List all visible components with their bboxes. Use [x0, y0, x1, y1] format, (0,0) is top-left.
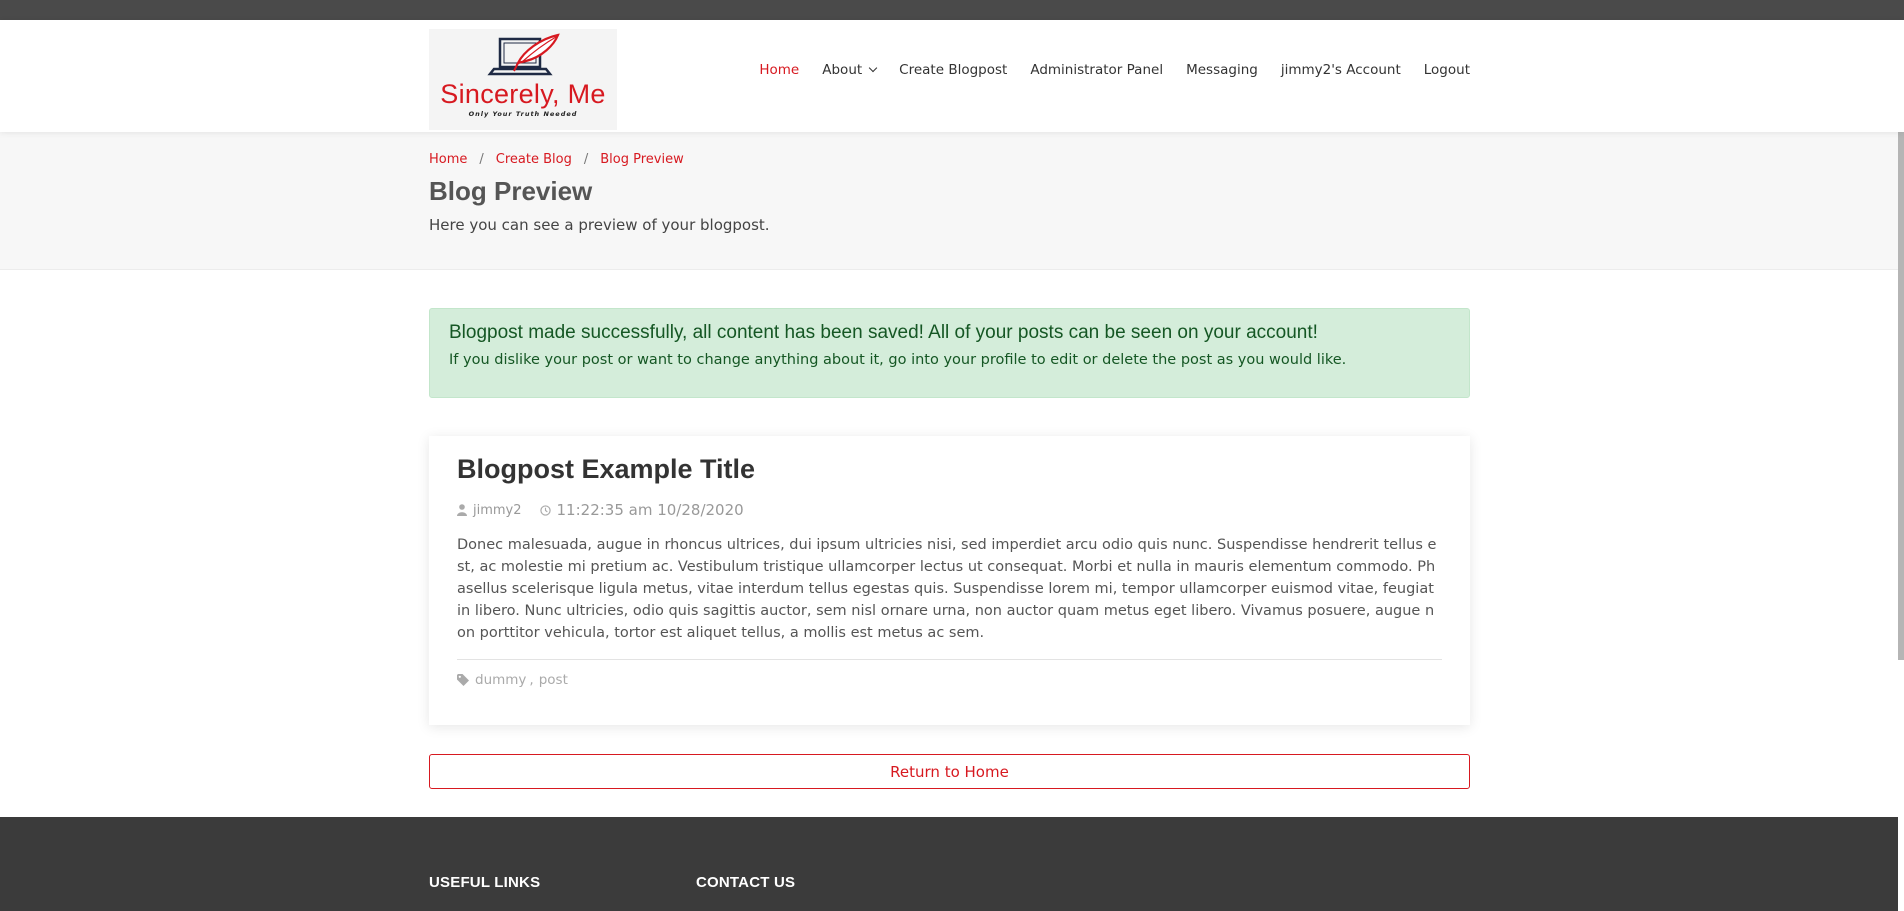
nav-home[interactable]: Home	[759, 62, 799, 78]
post-meta: jimmy2 11:22:35 am 10/28/2020	[457, 501, 1442, 519]
post-author: jimmy2	[457, 503, 522, 518]
blogpost-card: Blogpost Example Title jimmy2 11:22:35 a…	[429, 436, 1470, 725]
footer-contact-us: CONTACT US	[696, 874, 795, 891]
site-logo[interactable]: Sincerely, Me Only Your Truth Needed	[429, 29, 617, 130]
alert-body: If you dislike your post or want to chan…	[449, 352, 1347, 368]
main-nav: Home About Create Blogpost Administrator…	[736, 62, 1470, 78]
nav-about-label: About	[822, 62, 863, 78]
site-footer: USEFUL LINKS CONTACT US	[0, 817, 1898, 911]
nav-messaging[interactable]: Messaging	[1186, 62, 1258, 78]
nav-administrator-panel[interactable]: Administrator Panel	[1030, 62, 1163, 78]
user-icon	[457, 504, 467, 516]
alert-heading: Blogpost made successfully, all content …	[449, 322, 1318, 343]
nav-logout[interactable]: Logout	[1424, 62, 1470, 78]
breadcrumb-blog-preview[interactable]: Blog Preview	[600, 152, 683, 167]
breadcrumb-create-blog[interactable]: Create Blog	[496, 152, 572, 167]
page-subtitle: Here you can see a preview of your blogp…	[429, 216, 770, 234]
logo-name: Sincerely, Me	[440, 79, 606, 109]
page-title: Blog Preview	[429, 176, 593, 206]
footer-useful-links-heading: USEFUL LINKS	[429, 874, 541, 891]
return-home-button[interactable]: Return to Home	[429, 754, 1470, 789]
browser-top-bar	[0, 0, 1904, 20]
footer-contact-us-heading: CONTACT US	[696, 874, 796, 891]
post-time: 11:22:35 am 10/28/2020	[539, 501, 744, 519]
post-timestamp: 11:22:35 am 10/28/2020	[556, 501, 744, 519]
breadcrumb-separator: /	[583, 152, 589, 167]
main-content: Blogpost made successfully, all content …	[429, 308, 1470, 789]
tag-icon	[457, 674, 469, 686]
footer-columns: USEFUL LINKS CONTACT US	[429, 874, 795, 891]
post-body: Donec malesuada, augue in rhoncus ultric…	[457, 537, 1437, 641]
nav-create-blogpost[interactable]: Create Blogpost	[899, 62, 1007, 78]
post-title: Blogpost Example Title	[457, 454, 756, 484]
post-author-name: jimmy2	[473, 502, 522, 518]
breadcrumb: Home / Create Blog / Blog Preview	[429, 132, 1470, 167]
logo-tagline: Only Your Truth Needed	[468, 110, 578, 118]
post-divider	[457, 659, 1442, 660]
clock-icon	[539, 504, 551, 516]
breadcrumb-separator: /	[479, 152, 484, 167]
tag-separator: ,	[529, 672, 534, 688]
tag-link[interactable]: post	[539, 672, 568, 688]
tag-link[interactable]: dummy	[475, 672, 526, 688]
page-header-section: Home / Create Blog / Blog Preview Blog P…	[0, 132, 1904, 270]
success-alert: Blogpost made successfully, all content …	[429, 308, 1470, 398]
laptop-feather-logo-icon	[487, 33, 560, 76]
site-header: Sincerely, Me Only Your Truth Needed Hom…	[0, 20, 1904, 132]
post-tags: dummy , post	[457, 672, 1442, 688]
breadcrumb-home[interactable]: Home	[429, 152, 467, 167]
nav-about[interactable]: About	[822, 62, 878, 78]
footer-useful-links: USEFUL LINKS	[429, 874, 696, 891]
chevron-down-icon	[868, 63, 878, 73]
nav-account[interactable]: jimmy2's Account	[1281, 62, 1401, 78]
